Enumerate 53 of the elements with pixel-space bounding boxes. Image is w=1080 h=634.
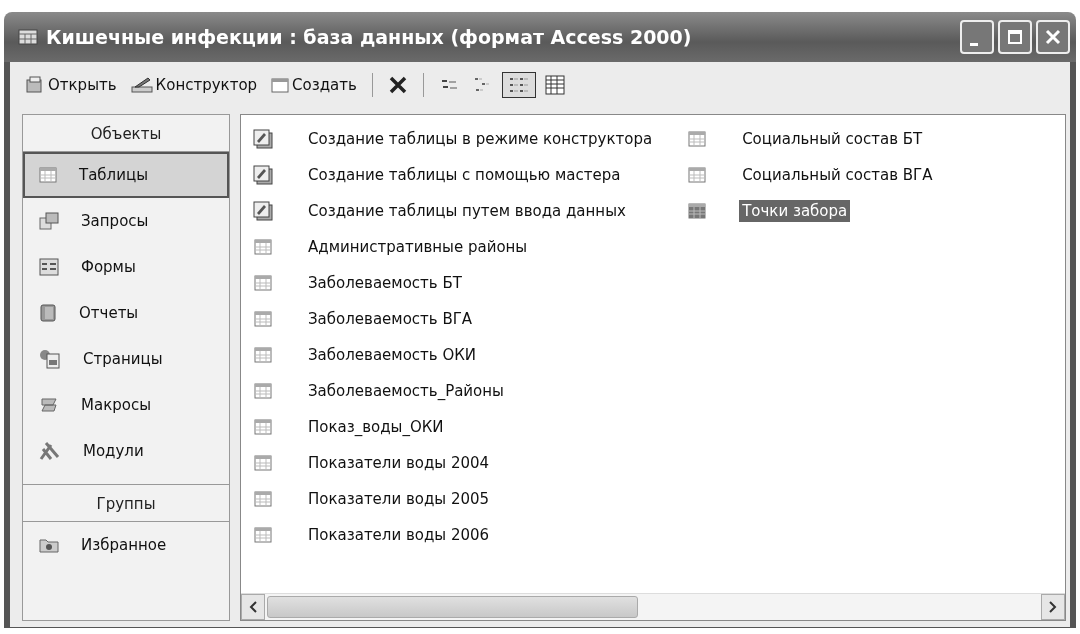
- new-table-icon: [271, 77, 290, 93]
- sidebar-item[interactable]: Запросы: [23, 198, 229, 244]
- report-icon: [39, 304, 57, 322]
- scroll-right-button[interactable]: [1041, 594, 1065, 620]
- form-icon: [39, 258, 59, 276]
- database-icon: [18, 29, 38, 45]
- scrollbar-thumb[interactable]: [267, 596, 638, 618]
- minimize-icon: [970, 42, 978, 46]
- sidebar-item[interactable]: Избранное: [23, 522, 229, 568]
- design-button[interactable]: Конструктор: [125, 72, 263, 98]
- object-item[interactable]: Создание таблицы путем ввода данных: [249, 193, 656, 229]
- object-item[interactable]: Создание таблицы с помощью мастера: [249, 157, 656, 193]
- close-button[interactable]: [1036, 20, 1070, 54]
- object-item[interactable]: Административные районы: [249, 229, 656, 265]
- query-icon: [39, 212, 59, 230]
- sidebar-item[interactable]: Модули: [23, 428, 229, 474]
- object-item[interactable]: Заболеваемость ОКИ: [249, 337, 656, 373]
- object-item[interactable]: Заболеваемость ВГА: [249, 301, 656, 337]
- object-item[interactable]: Заболеваемость БТ: [249, 265, 656, 301]
- group-header[interactable]: Группы: [23, 484, 229, 522]
- open-button[interactable]: Открыть: [20, 72, 122, 98]
- maximize-button[interactable]: [998, 20, 1032, 54]
- sidebar-item[interactable]: Страницы: [23, 336, 229, 382]
- scroll-left-button[interactable]: [241, 594, 265, 620]
- object-item[interactable]: Показатели воды 2004: [249, 445, 656, 481]
- delete-icon: [387, 75, 408, 95]
- horizontal-scrollbar[interactable]: [241, 593, 1065, 620]
- object-item[interactable]: Социальный состав БТ: [683, 121, 936, 157]
- folder-icon: [39, 537, 59, 553]
- table-icon: [39, 167, 57, 183]
- details-icon: [544, 75, 565, 95]
- ruler-pencil-icon: [130, 76, 153, 94]
- macro-icon: [39, 396, 59, 414]
- sidebar-item[interactable]: Таблицы: [23, 152, 229, 198]
- list-view-button[interactable]: [501, 72, 536, 98]
- object-item[interactable]: Заболеваемость_Районы: [249, 373, 656, 409]
- sidebar-item[interactable]: Отчеты: [23, 290, 229, 336]
- close-icon: [1045, 29, 1061, 45]
- new-button[interactable]: Создать: [266, 72, 362, 98]
- window-title: Кишечные инфекции : база данных (формат Access 2000): [46, 26, 693, 48]
- object-item[interactable]: Создание таблицы в режиме конструктора: [249, 121, 656, 157]
- object-item[interactable]: Социальный состав ВГА: [683, 157, 936, 193]
- object-item[interactable]: Показатели воды 2005: [249, 481, 656, 517]
- object-item[interactable]: Показ_воды_ОКИ: [249, 409, 656, 445]
- object-item[interactable]: Показатели воды 2006: [249, 517, 656, 553]
- page-icon: [39, 349, 61, 369]
- sidebar-item[interactable]: Формы: [23, 244, 229, 290]
- open-icon: [25, 76, 45, 94]
- object-item[interactable]: Точки забора: [683, 193, 936, 229]
- module-icon: [39, 441, 61, 461]
- sidebar-item[interactable]: Макросы: [23, 382, 229, 428]
- minimize-button[interactable]: [960, 20, 994, 54]
- maximize-icon: [1007, 29, 1023, 45]
